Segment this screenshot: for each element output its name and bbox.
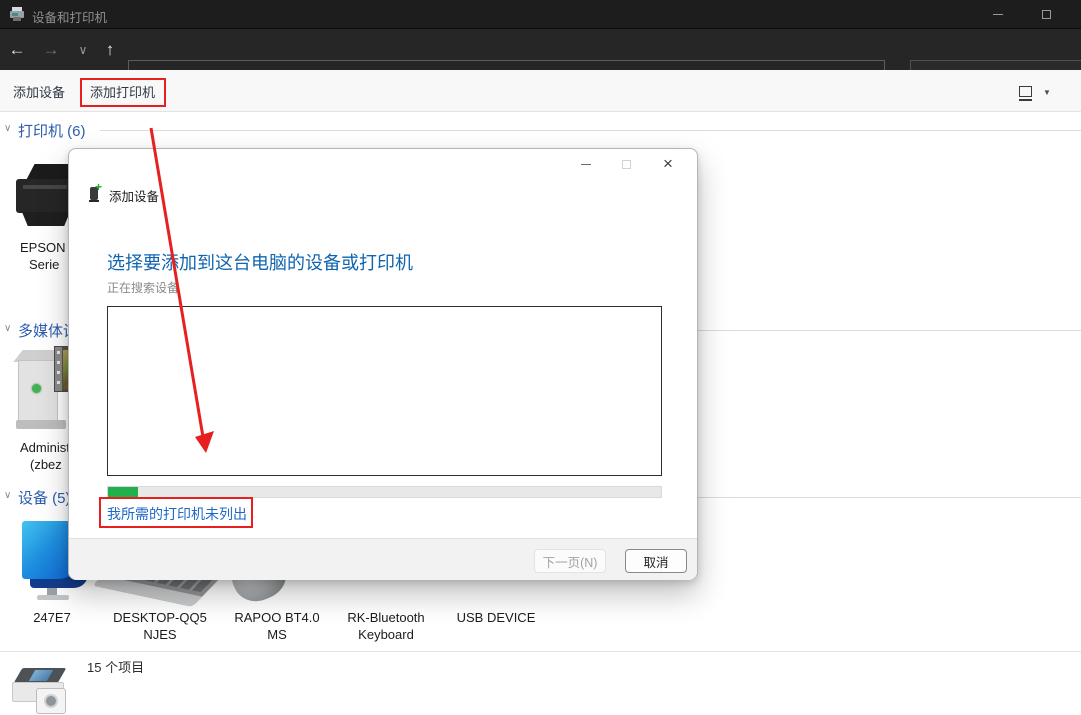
back-arrow-icon: ← xyxy=(9,40,26,60)
multimedia-label-line2[interactable]: (zbez xyxy=(30,457,62,472)
navigation-bar: ← → ∨ ↑ › 控制面板 › 所有控制面板项 › 设备和打印机 ∨ ↻ xyxy=(0,28,1081,70)
collapse-chevron-icon[interactable]: ∨ xyxy=(4,323,11,334)
maximize-icon xyxy=(1042,10,1051,19)
close-icon: × xyxy=(663,154,673,174)
searching-status-text: 正在搜索设备 xyxy=(107,279,179,296)
next-button[interactable]: 下一页(N) xyxy=(534,549,606,573)
epson-label-line2[interactable]: Serie xyxy=(29,257,59,272)
cancel-button[interactable]: 取消 xyxy=(625,549,687,573)
add-device-icon: + xyxy=(89,185,103,202)
annotation-box-add-printer xyxy=(80,78,166,107)
progress-fill xyxy=(108,487,138,497)
dialog-footer: 下一页(N) 取消 xyxy=(69,538,697,580)
view-dropdown-icon[interactable]: ▼ xyxy=(1043,88,1051,97)
add-device-command[interactable]: 添加设备 xyxy=(13,82,65,101)
up-button[interactable]: ↑ xyxy=(95,34,125,66)
dialog-title: 添加设备 xyxy=(109,186,159,205)
collapse-chevron-icon[interactable]: ∨ xyxy=(4,490,11,501)
view-options-icon[interactable] xyxy=(1019,86,1032,97)
minimize-icon xyxy=(993,14,1003,15)
device-list-box[interactable] xyxy=(107,306,662,476)
group-label-printers[interactable]: 打印机 (6) xyxy=(18,120,86,141)
chevron-down-icon: ∨ xyxy=(79,43,88,57)
window-title: 设备和打印机 xyxy=(32,7,107,26)
title-bar: 设备和打印机 xyxy=(0,0,1081,28)
back-button[interactable]: ← xyxy=(2,34,32,66)
forward-button[interactable]: → xyxy=(36,34,66,66)
printer-camera-status-icon xyxy=(10,666,72,715)
group-rule xyxy=(100,130,1081,131)
app-printer-icon xyxy=(9,6,25,22)
minimize-icon xyxy=(581,164,591,165)
dialog-close-button[interactable]: × xyxy=(653,153,683,175)
maximize-button[interactable] xyxy=(1023,0,1069,28)
item-count: 15 个项目 xyxy=(87,657,144,676)
device-label-desktop[interactable]: DESKTOP-QQ5 NJES xyxy=(95,609,225,643)
epson-printer-icon[interactable] xyxy=(16,152,76,236)
forward-arrow-icon: → xyxy=(43,40,60,60)
dialog-minimize-button[interactable] xyxy=(571,153,601,175)
group-label-devices[interactable]: 设备 (5) xyxy=(18,487,71,508)
statusbar-divider xyxy=(0,651,1081,652)
maximize-icon xyxy=(622,160,631,169)
recent-pages-button[interactable]: ∨ xyxy=(68,34,98,66)
device-label-usb[interactable]: USB DEVICE xyxy=(431,609,561,626)
annotation-box-not-listed xyxy=(99,497,253,528)
multimedia-label-line1[interactable]: Administ xyxy=(20,440,70,455)
devices-and-printers-window: 设备和打印机 ← → ∨ ↑ › 控制面板 › 所有控制面板项 › 设备和打印机… xyxy=(0,0,1081,715)
dialog-heading: 选择要添加到这台电脑的设备或打印机 xyxy=(107,249,413,275)
dialog-maximize-button[interactable] xyxy=(611,153,641,175)
collapse-chevron-icon[interactable]: ∨ xyxy=(4,123,11,134)
minimize-button[interactable] xyxy=(975,0,1021,28)
up-arrow-icon: ↑ xyxy=(106,40,115,60)
group-header-printers[interactable]: ∨ 打印机 (6) xyxy=(0,120,1081,140)
